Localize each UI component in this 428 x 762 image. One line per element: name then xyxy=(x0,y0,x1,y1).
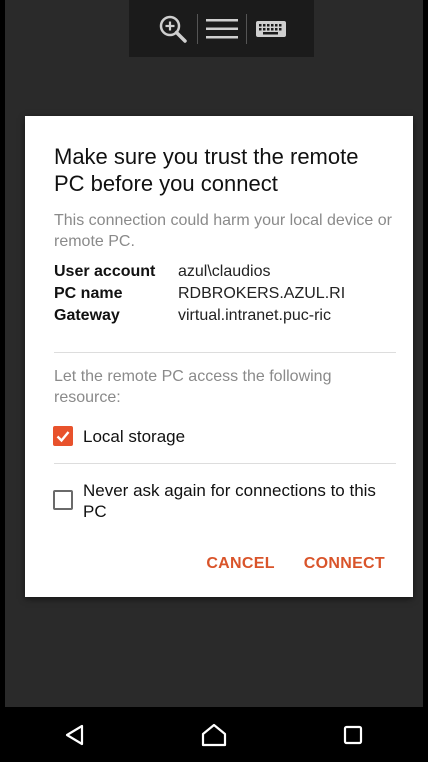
home-button[interactable] xyxy=(184,707,244,762)
divider xyxy=(54,463,396,464)
detail-value: virtual.intranet.puc-ric xyxy=(178,307,331,324)
keyboard-icon xyxy=(255,20,286,37)
trust-dialog: Make sure you trust the remote PC before… xyxy=(25,116,413,597)
local-storage-option[interactable]: Local storage xyxy=(53,426,185,447)
detail-value: RDBROKERS.AZUL.RI xyxy=(178,285,346,302)
detail-row-pc-name: PC name RDBROKERS.AZUL.RI xyxy=(54,283,394,305)
detail-label: User account xyxy=(54,263,156,280)
local-storage-checkbox[interactable] xyxy=(53,426,73,446)
detail-row-user-account: User account azul\claudios xyxy=(54,261,394,283)
recents-square-icon xyxy=(344,725,363,744)
resource-prompt: Let the remote PC access the following r… xyxy=(54,368,332,406)
home-icon xyxy=(201,723,227,746)
dialog-actions: CANCEL CONNECT xyxy=(206,555,385,573)
app-screen: Make sure you trust the remote PC before… xyxy=(5,0,423,762)
never-ask-label: Never ask again for connections to this … xyxy=(83,481,376,521)
detail-label: PC name xyxy=(54,285,123,302)
never-ask-option[interactable]: Never ask again for connections to this … xyxy=(53,480,393,522)
connect-button[interactable]: CONNECT xyxy=(304,555,385,573)
local-storage-label: Local storage xyxy=(83,427,186,446)
warning-text: This connection could harm your local de… xyxy=(54,212,392,250)
checkmark-icon xyxy=(56,431,70,443)
keyboard-button[interactable] xyxy=(247,0,295,57)
detail-value: azul\claudios xyxy=(178,263,271,280)
detail-label: Gateway xyxy=(54,307,120,324)
system-navigation-bar xyxy=(5,707,423,762)
detail-row-gateway: Gateway virtual.intranet.puc-ric xyxy=(54,305,394,327)
cancel-button[interactable]: CANCEL xyxy=(206,555,274,573)
zoom-button[interactable] xyxy=(149,0,197,57)
recents-button[interactable] xyxy=(323,707,383,762)
zoom-in-icon xyxy=(159,15,187,43)
divider xyxy=(54,352,396,353)
back-button[interactable] xyxy=(45,707,105,762)
menu-button[interactable] xyxy=(198,0,246,57)
dialog-title: Make sure you trust the remote PC before… xyxy=(54,144,359,196)
connection-details: User account azul\claudios PC name RDBRO… xyxy=(54,261,394,327)
back-triangle-icon xyxy=(65,724,83,745)
session-toolbar xyxy=(129,0,314,57)
never-ask-checkbox[interactable] xyxy=(53,490,73,510)
menu-icon xyxy=(205,18,238,38)
